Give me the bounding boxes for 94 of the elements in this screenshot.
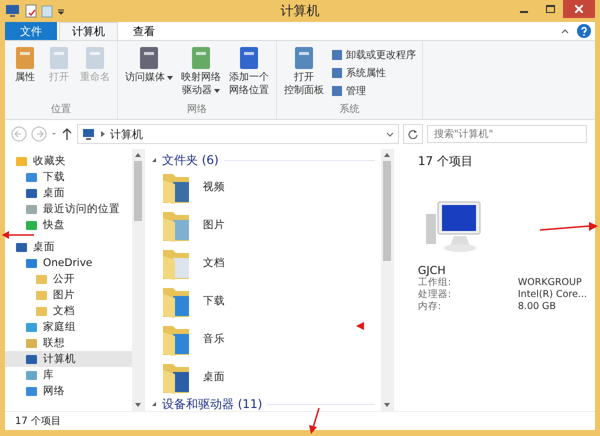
chevron-icon[interactable] [101, 131, 105, 137]
property-label: 内存: [418, 301, 442, 313]
up-arrow-icon[interactable] [61, 126, 73, 142]
scroll-thumb[interactable] [382, 161, 391, 261]
computer-icon [82, 128, 96, 140]
dropdown-caret-icon [167, 76, 173, 80]
nav-item[interactable]: 图片 [5, 287, 132, 303]
nav-item-icon [25, 385, 38, 397]
nav-item-icon [25, 321, 38, 333]
expander-icon [150, 401, 157, 407]
folder-item[interactable]: 视频 [150, 168, 225, 206]
scrollbar[interactable] [132, 149, 144, 411]
nav-item-icon [25, 203, 38, 215]
item-count: 17 个项目 [418, 153, 474, 170]
folder-item[interactable]: 下载 [150, 282, 225, 320]
nav-item[interactable]: 库 [5, 367, 132, 383]
nav-item-icon [25, 257, 38, 269]
property-value: Intel(R) Core... [518, 289, 587, 301]
collapse-ribbon-icon[interactable] [561, 28, 569, 34]
address-path: 计算机 [110, 126, 143, 142]
nav-item[interactable]: 桌面 [5, 185, 132, 201]
ribbon-group-label: 位置 [50, 102, 72, 117]
ribbon-button[interactable]: 打开 控制面板 [281, 43, 327, 102]
help-icon[interactable] [577, 24, 591, 38]
nav-item-icon [25, 187, 38, 199]
refresh-button[interactable] [403, 124, 423, 144]
scroll-thumb[interactable] [134, 161, 142, 221]
computer-name: GJCH [418, 264, 447, 277]
annotation-arrow-icon [540, 222, 598, 232]
annotation-arrow-icon [2, 231, 34, 239]
ribbon-button[interactable]: 映射网络 驱动器 [178, 43, 224, 102]
folder-item[interactable]: 图片 [150, 206, 225, 244]
nav-item[interactable]: 桌面 [5, 239, 132, 255]
expander-icon [150, 157, 157, 163]
nav-item[interactable]: 最近访问的位置 [5, 201, 132, 217]
nav-item-icon [25, 337, 38, 349]
ribbon-tab[interactable]: 查看 [120, 22, 168, 40]
scroll-down-icon[interactable] [384, 403, 390, 407]
scroll-up-icon[interactable] [134, 153, 141, 157]
refresh-icon [408, 129, 418, 139]
nav-item[interactable]: 计算机 [5, 351, 132, 367]
scroll-down-icon[interactable] [134, 403, 141, 407]
nav-item[interactable]: 文档 [5, 303, 132, 319]
nav-item[interactable]: 网络 [5, 383, 132, 399]
nav-item-icon [35, 289, 48, 301]
ribbon-tab[interactable]: 计算机 [59, 22, 118, 40]
window-title: 计算机 [280, 3, 320, 20]
folder-item[interactable]: 文档 [150, 244, 225, 282]
nav-item-icon [25, 353, 38, 365]
dropdown-caret-icon [214, 88, 220, 92]
folder-item[interactable]: 桌面 [150, 358, 225, 396]
property-label: 处理器: [418, 289, 452, 301]
ribbon-group-label: 网络 [186, 103, 208, 117]
group-header[interactable]: 文件夹 (6) [150, 152, 375, 168]
nav-item-icon [35, 305, 48, 317]
address-field[interactable]: 计算机 [77, 124, 399, 144]
ribbon-button[interactable]: 访问媒体 [122, 43, 176, 102]
nav-item-icon [15, 241, 28, 253]
ribbon-button[interactable]: 属性 [9, 43, 41, 102]
scroll-up-icon[interactable] [384, 153, 390, 157]
property-value: WORKGROUP [518, 277, 582, 289]
nav-item[interactable]: 快盘 [5, 217, 132, 233]
ribbon-button[interactable]: 添加一个 网络位置 [226, 43, 272, 102]
ribbon-small-button[interactable]: 系统属性 [329, 65, 418, 81]
nav-item-icon [25, 369, 38, 381]
close-icon [575, 5, 583, 13]
nav-item-icon [25, 219, 38, 231]
property-label: 工作组: [418, 277, 452, 289]
scrollbar[interactable] [380, 149, 393, 411]
computer-icon[interactable] [5, 4, 21, 18]
nav-item[interactable]: 联想 [5, 335, 132, 351]
search-field[interactable]: 搜索"计算机" [427, 125, 587, 143]
close-button[interactable] [563, 0, 595, 18]
nav-item[interactable]: 公开 [5, 271, 132, 287]
annotation-arrow-icon [308, 408, 320, 434]
nav-item[interactable]: 下载 [5, 169, 132, 185]
nav-item[interactable]: 家庭组 [5, 319, 132, 335]
ribbon-small-button[interactable]: 卸载或更改程序 [329, 47, 418, 63]
nav-item-icon [35, 273, 48, 285]
maximize-icon [546, 5, 554, 13]
properties-icon[interactable] [25, 4, 37, 18]
nav-item[interactable]: OneDrive [5, 255, 132, 271]
dropdown-icon[interactable] [386, 132, 394, 136]
ribbon-tab[interactable]: 文件 [5, 22, 57, 40]
nav-item[interactable]: 收藏夹 [5, 153, 132, 169]
folder-item[interactable]: 音乐 [150, 320, 225, 358]
nav-item-icon [25, 171, 38, 183]
group-header[interactable]: 设备和驱动器 (11) [150, 396, 375, 411]
status-text: 17 个项目 [15, 415, 61, 428]
property-value: 8.00 GB [518, 301, 556, 313]
annotation-arrow-icon [356, 322, 364, 330]
ribbon-small-button[interactable]: 管理 [329, 83, 418, 99]
ribbon-group-label: 系统 [338, 102, 360, 117]
nav-item-icon [15, 155, 28, 167]
